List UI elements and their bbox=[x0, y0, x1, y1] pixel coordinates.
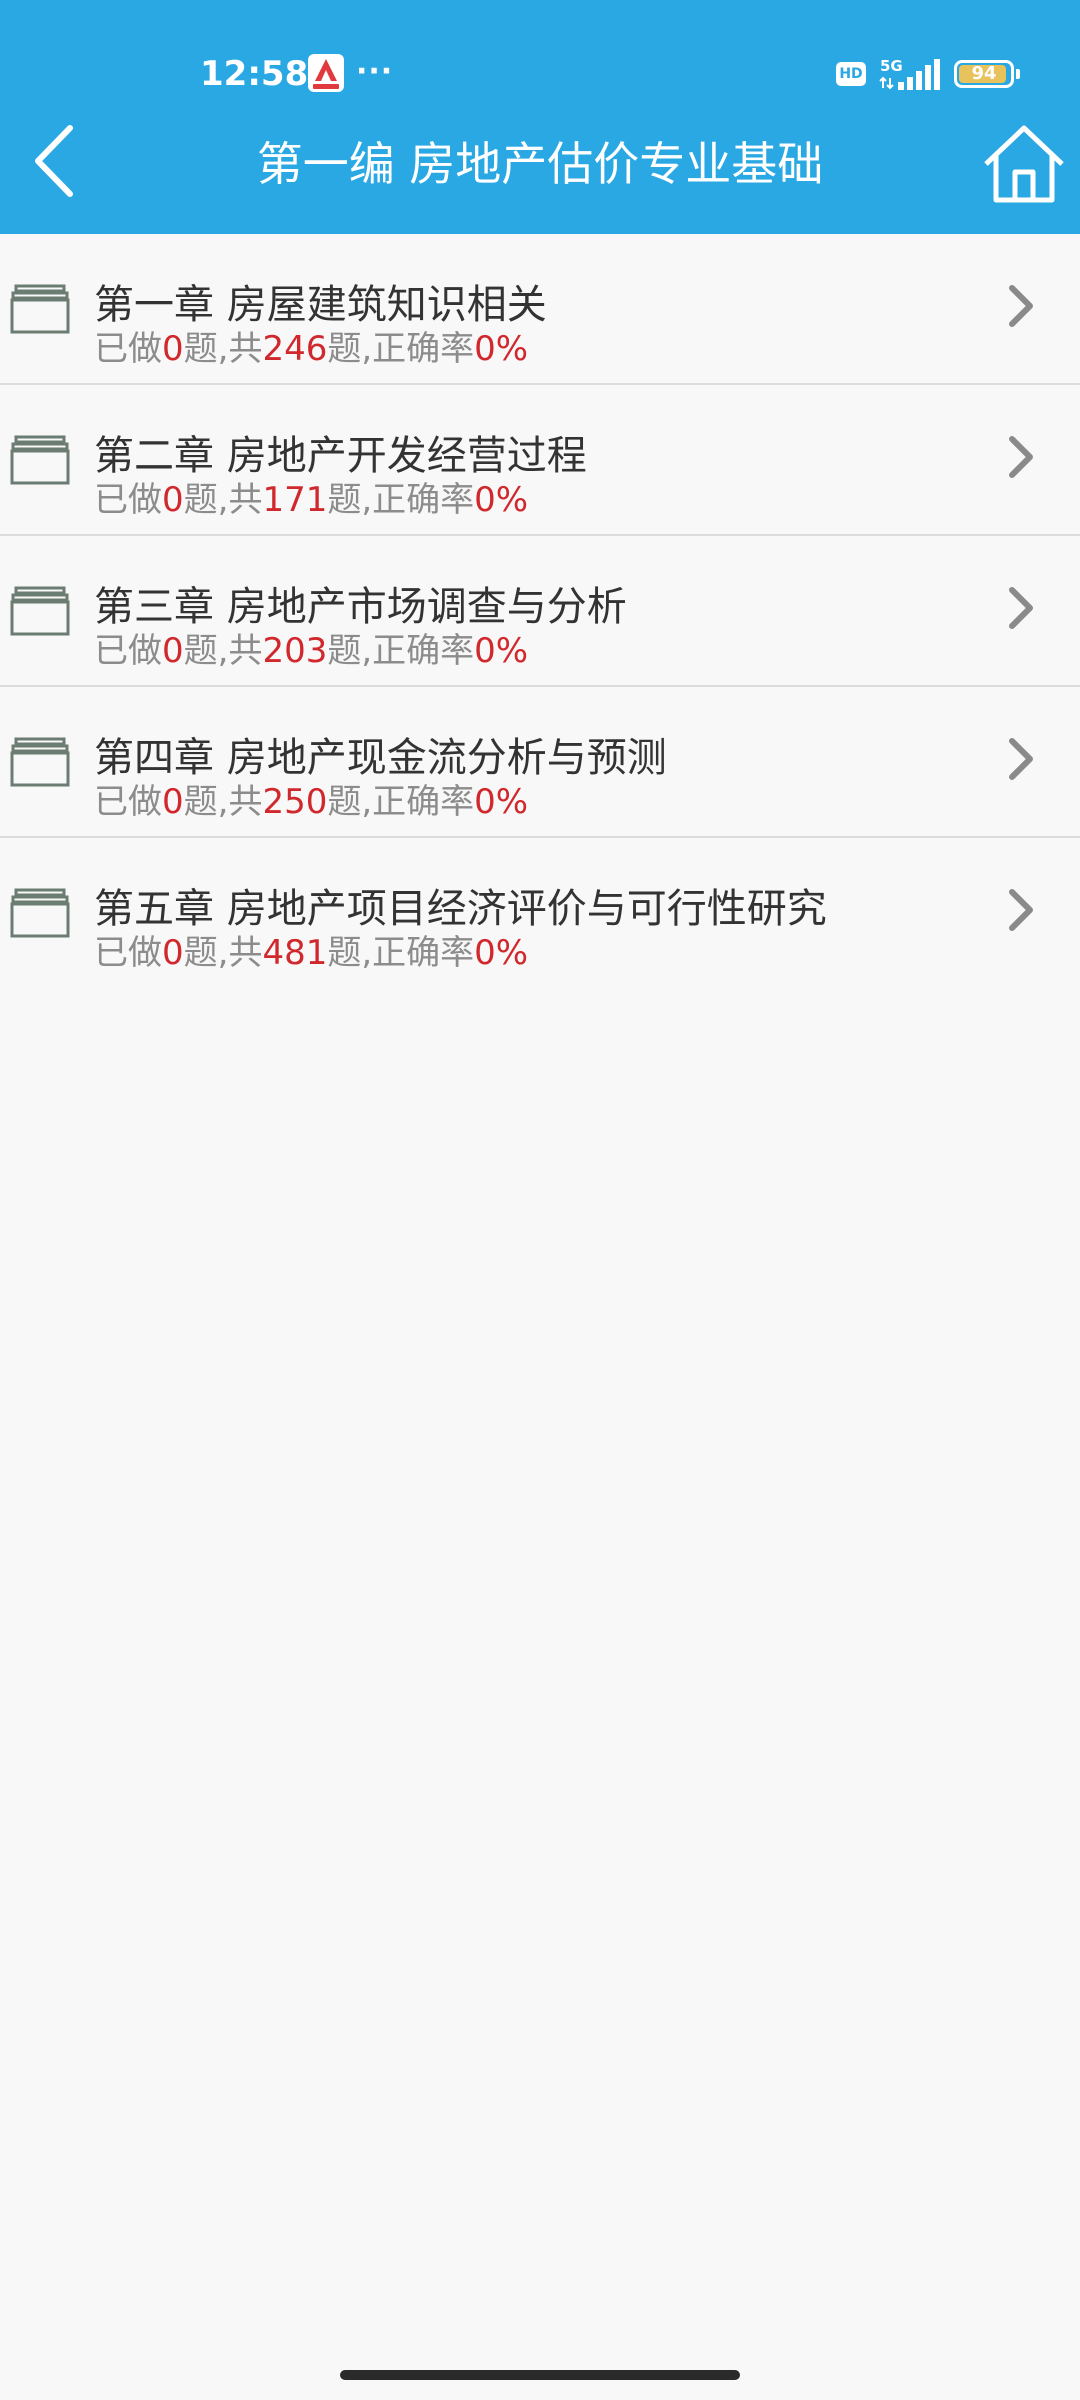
folder-icon bbox=[10, 284, 70, 334]
total-count: 481 bbox=[262, 933, 328, 973]
chapter-title: 第一章 房屋建筑知识相关 bbox=[94, 282, 547, 328]
folder-icon bbox=[10, 435, 70, 485]
more-notifications-icon: ··· bbox=[356, 54, 394, 89]
total-count: 250 bbox=[262, 782, 328, 822]
chevron-left-icon bbox=[35, 125, 73, 197]
total-count: 203 bbox=[262, 631, 328, 671]
done-suffix: 题,共 bbox=[183, 631, 263, 671]
total-suffix: 题,正确率 bbox=[327, 631, 475, 671]
hd-badge: HD bbox=[836, 62, 866, 86]
folder-icon bbox=[10, 586, 70, 636]
chapter-item[interactable]: 第四章 房地产现金流分析与预测 已做0题,共250题,正确率0% bbox=[0, 687, 1080, 838]
chapter-stats: 已做0题,共250题,正确率0% bbox=[94, 781, 528, 823]
total-suffix: 题,正确率 bbox=[327, 329, 475, 369]
chapter-title: 第二章 房地产开发经营过程 bbox=[94, 433, 587, 479]
total-suffix: 题,正确率 bbox=[327, 782, 475, 822]
chapter-item[interactable]: 第三章 房地产市场调查与分析 已做0题,共203题,正确率0% bbox=[0, 536, 1080, 687]
app-header: 12:58 ··· HD 5G 94 第一编 房地产估价专业基础 bbox=[0, 0, 1080, 234]
chevron-right-icon bbox=[1009, 738, 1033, 780]
network-type-label: 5G bbox=[880, 57, 903, 75]
page-title: 第一编 房地产估价专业基础 bbox=[256, 137, 824, 191]
status-time: 12:58 bbox=[200, 54, 309, 94]
chevron-right-icon bbox=[1009, 889, 1033, 931]
battery-indicator: 94 bbox=[954, 60, 1014, 88]
chapter-item[interactable]: 第五章 房地产项目经济评价与可行性研究 已做0题,共481题,正确率0% bbox=[0, 838, 1080, 989]
home-indicator[interactable] bbox=[340, 2370, 740, 2380]
app-notification-icon bbox=[308, 54, 344, 92]
status-bar: 12:58 ··· HD 5G 94 bbox=[0, 0, 1080, 110]
chapter-title: 第五章 房地产项目经济评价与可行性研究 bbox=[94, 886, 827, 932]
home-icon bbox=[984, 125, 1064, 203]
total-count: 171 bbox=[262, 480, 328, 520]
battery-tip bbox=[1016, 69, 1020, 79]
chapter-stats: 已做0题,共203题,正确率0% bbox=[94, 630, 528, 672]
battery-level-text: 94 bbox=[971, 63, 997, 84]
accuracy-value: 0% bbox=[474, 329, 529, 369]
done-prefix: 已做 bbox=[94, 329, 162, 369]
back-button[interactable] bbox=[20, 118, 90, 204]
done-prefix: 已做 bbox=[94, 933, 162, 973]
done-suffix: 题,共 bbox=[183, 782, 263, 822]
chevron-right-icon bbox=[1009, 285, 1033, 327]
done-prefix: 已做 bbox=[94, 480, 162, 520]
done-suffix: 题,共 bbox=[183, 933, 263, 973]
done-count: 0 bbox=[162, 631, 184, 671]
done-count: 0 bbox=[162, 480, 184, 520]
total-count: 246 bbox=[262, 329, 328, 369]
accuracy-value: 0% bbox=[474, 782, 529, 822]
chapter-title: 第三章 房地产市场调查与分析 bbox=[94, 584, 627, 630]
chevron-right-icon bbox=[1009, 436, 1033, 478]
accuracy-value: 0% bbox=[474, 480, 529, 520]
done-count: 0 bbox=[162, 329, 184, 369]
done-suffix: 题,共 bbox=[183, 329, 263, 369]
chevron-right-icon bbox=[1009, 587, 1033, 629]
total-suffix: 题,正确率 bbox=[327, 933, 475, 973]
chapter-stats: 已做0题,共246题,正确率0% bbox=[94, 328, 528, 370]
chapter-stats: 已做0题,共481题,正确率0% bbox=[94, 932, 528, 974]
chapter-item[interactable]: 第二章 房地产开发经营过程 已做0题,共171题,正确率0% bbox=[0, 385, 1080, 536]
accuracy-value: 0% bbox=[474, 933, 529, 973]
accuracy-value: 0% bbox=[474, 631, 529, 671]
signal-icon: 5G bbox=[879, 57, 940, 90]
chapter-list: 第一章 房屋建筑知识相关 已做0题,共246题,正确率0% 第二章 房地产开发经营过… bbox=[0, 234, 1080, 989]
done-prefix: 已做 bbox=[94, 782, 162, 822]
done-count: 0 bbox=[162, 782, 184, 822]
total-suffix: 题,正确率 bbox=[327, 480, 475, 520]
home-button[interactable] bbox=[980, 120, 1068, 208]
done-count: 0 bbox=[162, 933, 184, 973]
folder-icon bbox=[10, 888, 70, 938]
chapter-stats: 已做0题,共171题,正确率0% bbox=[94, 479, 528, 521]
folder-icon bbox=[10, 737, 70, 787]
done-prefix: 已做 bbox=[94, 631, 162, 671]
done-suffix: 题,共 bbox=[183, 480, 263, 520]
chapter-item[interactable]: 第一章 房屋建筑知识相关 已做0题,共246题,正确率0% bbox=[0, 234, 1080, 385]
chapter-title: 第四章 房地产现金流分析与预测 bbox=[94, 735, 667, 781]
